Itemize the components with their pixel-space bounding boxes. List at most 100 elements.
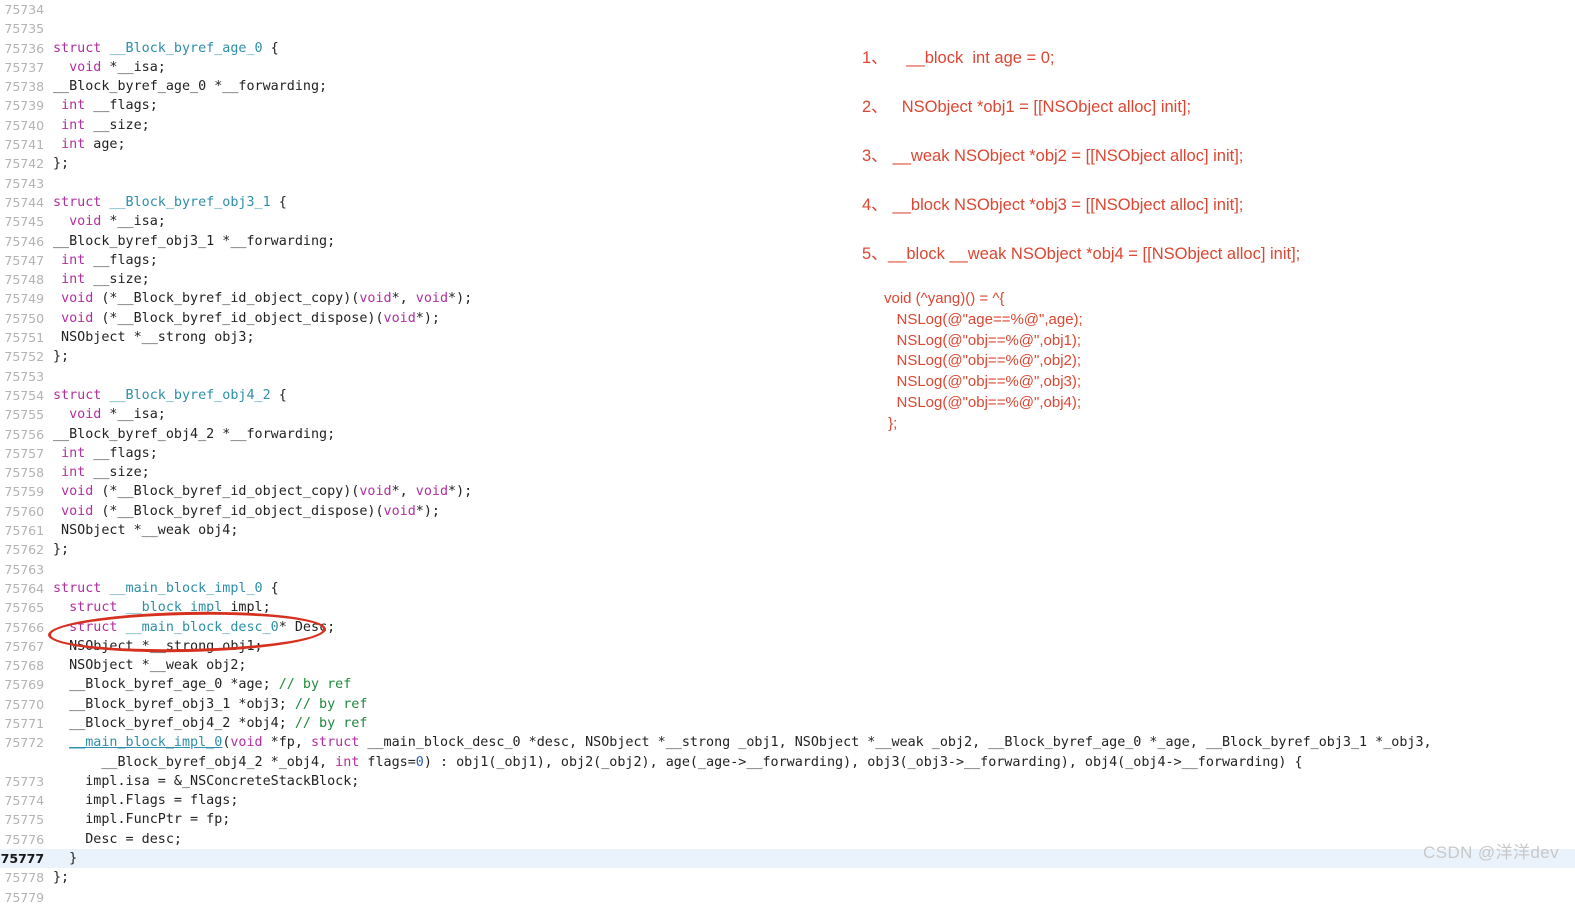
code-line[interactable]: 75766 struct __main_block_desc_0* Desc; <box>0 618 1575 637</box>
token-txt: __flags; <box>85 252 158 268</box>
line-number: 75748 <box>4 272 44 288</box>
line-number: 75755 <box>4 407 44 423</box>
token-kw: struct <box>53 40 102 56</box>
code-line[interactable]: 75774 impl.Flags = flags; <box>0 791 1575 810</box>
code-line[interactable]: 75761 NSObject *__weak obj4; <box>0 521 1575 540</box>
line-number: 75768 <box>4 658 44 674</box>
code-line[interactable]: 75758 int __size; <box>0 463 1575 482</box>
code-line[interactable]: 75768 NSObject *__weak obj2; <box>0 656 1575 675</box>
token-kw: int <box>61 98 86 114</box>
token-txt: *__isa; <box>101 407 166 423</box>
token-num: 0 <box>415 754 424 770</box>
token-txt: *, <box>391 484 416 500</box>
code-line[interactable]: 75763 <box>0 560 1575 579</box>
token-txt: __Block_byref_obj4_2 *_obj4, <box>53 754 336 770</box>
line-source: int __size; <box>53 270 150 289</box>
line-source: __Block_byref_obj4_2 *_obj4, int flags=0… <box>53 753 1302 772</box>
code-line[interactable]: 75777 } <box>0 849 1575 869</box>
line-number: 75737 <box>4 59 44 75</box>
token-txt: *); <box>415 310 440 326</box>
code-line[interactable]: 75769 __Block_byref_age_0 *age; // by re… <box>0 675 1575 694</box>
token-fn: __main_block_impl_0 <box>69 735 223 751</box>
code-line[interactable]: 75760 void (*__Block_byref_id_object_dis… <box>0 502 1575 521</box>
code-line[interactable]: 75767 NSObject *__strong obj1; <box>0 637 1575 656</box>
line-number: 75777 <box>0 851 44 867</box>
line-number: 75750 <box>4 310 44 326</box>
code-line[interactable]: 75734 <box>0 0 1575 19</box>
token-kw: int <box>61 117 86 133</box>
token-txt: __Block_byref_age_0 *__forwarding; <box>53 79 328 95</box>
line-source: } <box>53 849 77 868</box>
line-source: impl.Flags = flags; <box>53 791 238 810</box>
line-number: 75760 <box>4 503 44 519</box>
token-txt: __Block_byref_obj4_2 *__forwarding; <box>53 426 336 442</box>
line-number: 75742 <box>4 156 44 172</box>
line-number: 75770 <box>4 696 44 712</box>
line-source: struct __Block_byref_obj3_1 { <box>53 193 287 212</box>
line-number: 75738 <box>4 79 44 95</box>
code-line[interactable]: 75765 struct __block_impl impl; <box>0 598 1575 617</box>
code-line[interactable]: 75776 Desc = desc; <box>0 830 1575 849</box>
line-number: 75740 <box>4 117 44 133</box>
token-txt: }; <box>53 542 70 558</box>
code-line[interactable]: 75759 void (*__Block_byref_id_object_cop… <box>0 482 1575 501</box>
token-txt: *); <box>448 484 473 500</box>
token-txt: impl.isa = &_NSConcreteStackBlock; <box>53 773 360 789</box>
token-kw: void <box>415 291 449 307</box>
token-txt: *); <box>448 291 473 307</box>
token-txt: __Block_byref_obj4_2 *obj4; <box>53 715 295 731</box>
line-source: int __flags; <box>53 444 158 463</box>
code-line[interactable]: 75735 <box>0 19 1575 38</box>
token-type: __Block_byref_obj3_1 <box>109 194 271 210</box>
token-txt: (*__Block_byref_id_object_dispose)( <box>93 310 384 326</box>
line-source: impl.FuncPtr = fp; <box>53 810 230 829</box>
line-number: 75745 <box>4 214 44 230</box>
line-source: NSObject *__weak obj2; <box>53 656 246 675</box>
code-line[interactable]: __Block_byref_obj4_2 *_obj4, int flags=0… <box>0 753 1575 772</box>
token-txt: flags= <box>359 754 416 770</box>
line-source: }; <box>53 540 69 559</box>
token-kw: struct <box>53 580 102 596</box>
line-number: 75757 <box>4 445 44 461</box>
notes-panel: 1、 __block int age = 0; 2、 NSObject *obj1… <box>862 44 1562 435</box>
line-source: struct __block_impl impl; <box>53 598 271 617</box>
line-source: Desc = desc; <box>53 830 182 849</box>
code-line[interactable]: 75771 __Block_byref_obj4_2 *obj4; // by … <box>0 714 1575 733</box>
token-txt: NSObject *__weak obj4; <box>53 523 239 539</box>
token-txt: *fp, <box>262 735 311 751</box>
code-line[interactable]: 75764 struct __main_block_impl_0 { <box>0 579 1575 598</box>
token-txt: (*__Block_byref_id_object_copy)( <box>93 291 360 307</box>
csdn-watermark: CSDN @洋洋dev <box>1423 843 1559 862</box>
line-source: __Block_byref_obj4_2 *obj4; // by ref <box>53 714 367 733</box>
line-number: 75766 <box>4 619 44 635</box>
code-line[interactable]: 75757 int __flags; <box>0 444 1575 463</box>
code-line[interactable]: 75778}; <box>0 868 1575 887</box>
line-number: 75765 <box>4 600 44 616</box>
line-source: NSObject *__strong obj3; <box>53 328 255 347</box>
code-line[interactable]: 75772 __main_block_impl_0(void *fp, stru… <box>0 733 1575 752</box>
code-line[interactable]: 75773 impl.isa = &_NSConcreteStackBlock; <box>0 772 1575 791</box>
note-item: 5、__block __weak NSObject *obj4 = [[NSOb… <box>862 240 1562 264</box>
line-number: 75743 <box>4 175 44 191</box>
code-line[interactable]: 75775 impl.FuncPtr = fp; <box>0 810 1575 829</box>
token-txt: (*__Block_byref_id_object_copy)( <box>93 484 360 500</box>
token-txt: { <box>262 40 279 56</box>
notes-item-list: 1、 __block int age = 0; 2、 NSObject *obj1… <box>862 44 1562 264</box>
token-kw: int <box>335 754 360 770</box>
token-kw: int <box>61 465 86 481</box>
code-line[interactable]: 75770 __Block_byref_obj3_1 *obj3; // by … <box>0 695 1575 714</box>
line-source: impl.isa = &_NSConcreteStackBlock; <box>53 772 359 791</box>
code-line[interactable]: 75762}; <box>0 540 1575 559</box>
code-line[interactable]: 75779 <box>0 888 1575 907</box>
note-item-text: NSObject *obj1 = [[NSObject alloc] init]… <box>888 98 1192 116</box>
token-kw: void <box>61 503 94 519</box>
line-source: void (*__Block_byref_id_object_copy)(voi… <box>53 482 472 501</box>
